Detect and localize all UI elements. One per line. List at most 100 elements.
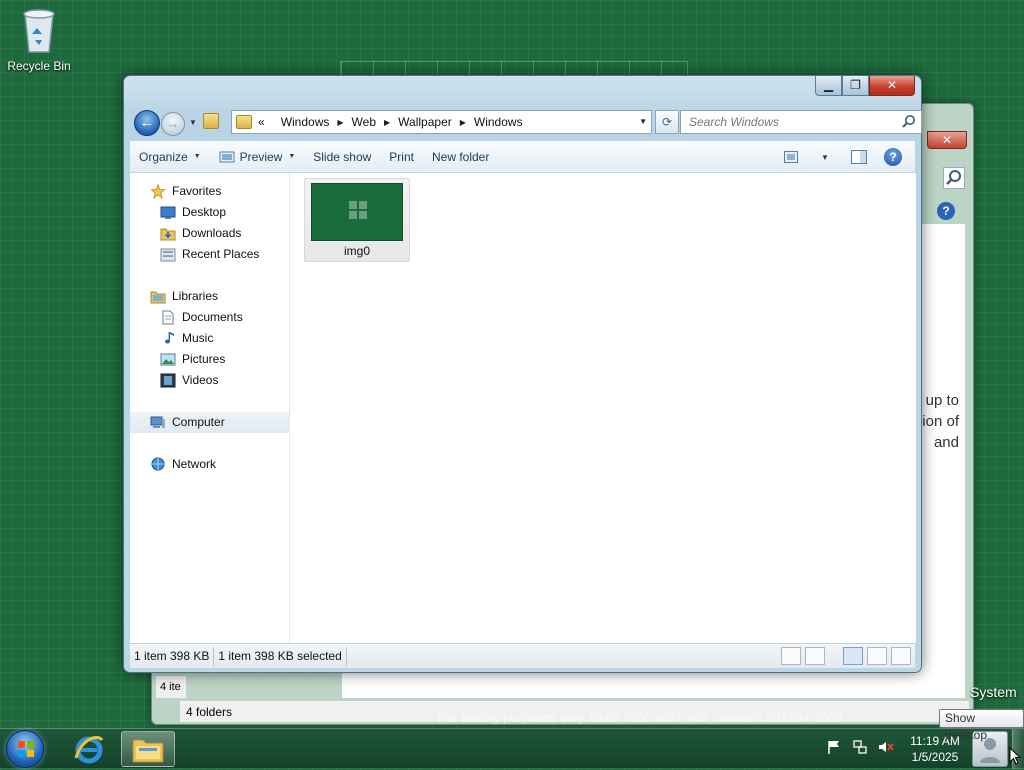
background-window-close-button[interactable]: ✕ (927, 131, 967, 149)
status-item-count: 1 item 398 KB (130, 646, 215, 666)
search-icon[interactable] (901, 114, 917, 130)
back-button[interactable]: ← (134, 110, 160, 136)
print-button[interactable]: Print (380, 145, 423, 169)
view-options-dropdown[interactable]: ▼ (811, 145, 839, 169)
nav-label: Computer (172, 415, 225, 429)
breadcrumb-item-web[interactable]: Web ▶ (352, 115, 399, 129)
nav-item-desktop[interactable]: Desktop (130, 202, 289, 223)
breadcrumb-label: Windows (473, 115, 523, 129)
nav-item-pictures[interactable]: Pictures (130, 349, 289, 370)
help-button[interactable]: ? (879, 145, 907, 169)
background-status-text: 4 folders (186, 705, 233, 719)
recycle-bin-icon (23, 9, 55, 53)
nav-item-documents[interactable]: Documents (130, 307, 289, 328)
arrow-right-icon: → (166, 116, 180, 131)
background-text-line: ion of (922, 413, 959, 430)
arrow-left-icon: ← (139, 114, 155, 131)
nav-label: Libraries (172, 289, 219, 303)
background-text-line: and (933, 434, 959, 451)
nav-item-favorites[interactable]: Favorites (130, 181, 289, 202)
file-thumbnail (311, 183, 403, 241)
recent-pages-dropdown[interactable]: ▼ (189, 118, 197, 127)
preview-label: Preview (239, 149, 283, 164)
background-help-button[interactable]: ? (937, 202, 955, 220)
maximize-icon: ❐ (850, 78, 861, 92)
preview-pane-icon (851, 150, 867, 164)
background-window-text: up to ion of and (922, 390, 959, 453)
nav-label: Network (172, 457, 217, 471)
search-box[interactable] (680, 110, 922, 134)
nav-item-music[interactable]: Music (130, 328, 289, 349)
internet-explorer-icon (74, 735, 104, 764)
forward-button[interactable]: → (161, 112, 185, 136)
layout-button-2[interactable] (867, 647, 887, 665)
file-name: img0 (343, 244, 370, 258)
breadcrumb-item-windows[interactable]: Windows ▶ (281, 115, 352, 129)
breadcrumb-overflow[interactable]: « (258, 115, 281, 129)
volume-muted-icon[interactable] (878, 739, 894, 755)
taskbar-internet-explorer[interactable] (62, 731, 116, 767)
print-label: Print (389, 149, 414, 164)
breadcrumb-label: Web (351, 115, 376, 129)
folder-icon (203, 113, 219, 129)
close-button[interactable]: ✕ (869, 76, 915, 96)
downloads-folder-icon (160, 228, 176, 241)
background-search-button[interactable] (943, 167, 965, 189)
nav-label: Music (182, 331, 214, 345)
show-desktop-tooltip: Show desktop (939, 709, 1024, 742)
refresh-icon: ⟳ (661, 115, 673, 129)
nav-item-recent-places[interactable]: Recent Places (130, 244, 289, 265)
nav-item-computer[interactable]: Computer (130, 412, 289, 433)
address-bar[interactable]: « Windows ▶ Web ▶ Wallpaper ▶ Windows ▼ (231, 110, 652, 134)
details-view-button[interactable] (781, 647, 801, 665)
folder-icon (132, 739, 164, 763)
explorer-window[interactable]: ▁ ❐ ✕ ← → ▼ « Windows ▶ Web ▶ Wallpaper ▶ W… (123, 75, 922, 673)
file-list[interactable]: img0 (290, 173, 916, 643)
slide-show-label: Slide show (313, 149, 372, 164)
nav-label: Videos (182, 373, 219, 387)
breadcrumb-item-windows-current[interactable]: Windows (474, 115, 523, 129)
network-status-icon[interactable] (852, 739, 868, 755)
recent-places-icon (160, 248, 176, 262)
action-center-flag-icon[interactable] (826, 739, 842, 755)
nav-item-libraries[interactable]: Libraries (130, 286, 289, 307)
nav-item-videos[interactable]: Videos (130, 370, 289, 391)
preview-pane-button[interactable] (845, 145, 873, 169)
navigation-pane: Favorites Desktop Downloads Recent Place… (130, 173, 290, 643)
chevron-right-icon[interactable]: ▶ (384, 118, 390, 127)
system-label: System (970, 684, 1017, 700)
recycle-bin-shortcut[interactable]: Recycle Bin (6, 6, 72, 73)
address-dropdown-button[interactable]: ▼ (639, 117, 647, 126)
mouse-cursor-icon (1009, 747, 1021, 765)
new-folder-button[interactable]: New folder (423, 145, 498, 169)
start-button[interactable] (6, 730, 44, 768)
pictures-icon (160, 353, 176, 366)
breadcrumb-item-wallpaper[interactable]: Wallpaper ▶ (398, 115, 474, 129)
nav-item-downloads[interactable]: Downloads (130, 223, 289, 244)
breadcrumb-prefix: « (258, 115, 265, 129)
thumbnail-view-button[interactable] (805, 647, 825, 665)
recycle-bin-label: Recycle Bin (7, 59, 71, 73)
nav-item-network[interactable]: Network (130, 454, 289, 475)
minimize-button[interactable]: ▁ (815, 76, 842, 96)
slide-show-button[interactable]: Slide show (304, 145, 380, 169)
preview-button[interactable]: Preview ▼ (210, 145, 305, 169)
taskbar: 11:19 AM 1/5/2025 (0, 728, 1024, 769)
organize-button[interactable]: Organize ▼ (130, 145, 210, 169)
caption-buttons: ▁ ❐ ✕ (815, 76, 915, 96)
windows-flag-icon (18, 741, 34, 757)
maximize-button[interactable]: ❐ (842, 76, 869, 96)
build-watermark: For testing purposes only. Build 7000.wi… (438, 710, 843, 724)
status-bar: 1 item 398 KB 1 item 398 KB selected (130, 643, 915, 668)
refresh-button[interactable]: ⟳ (655, 110, 679, 134)
chevron-right-icon[interactable]: ▶ (337, 118, 343, 127)
change-view-button[interactable] (777, 145, 805, 169)
layout-button-1[interactable] (843, 647, 863, 665)
layout-button-3[interactable] (891, 647, 911, 665)
file-item[interactable]: img0 (304, 178, 410, 262)
taskbar-windows-explorer[interactable] (121, 731, 175, 767)
windows-logo-icon (349, 201, 367, 219)
organize-label: Organize (139, 149, 188, 164)
chevron-right-icon[interactable]: ▶ (460, 118, 466, 127)
search-input[interactable] (687, 112, 897, 132)
